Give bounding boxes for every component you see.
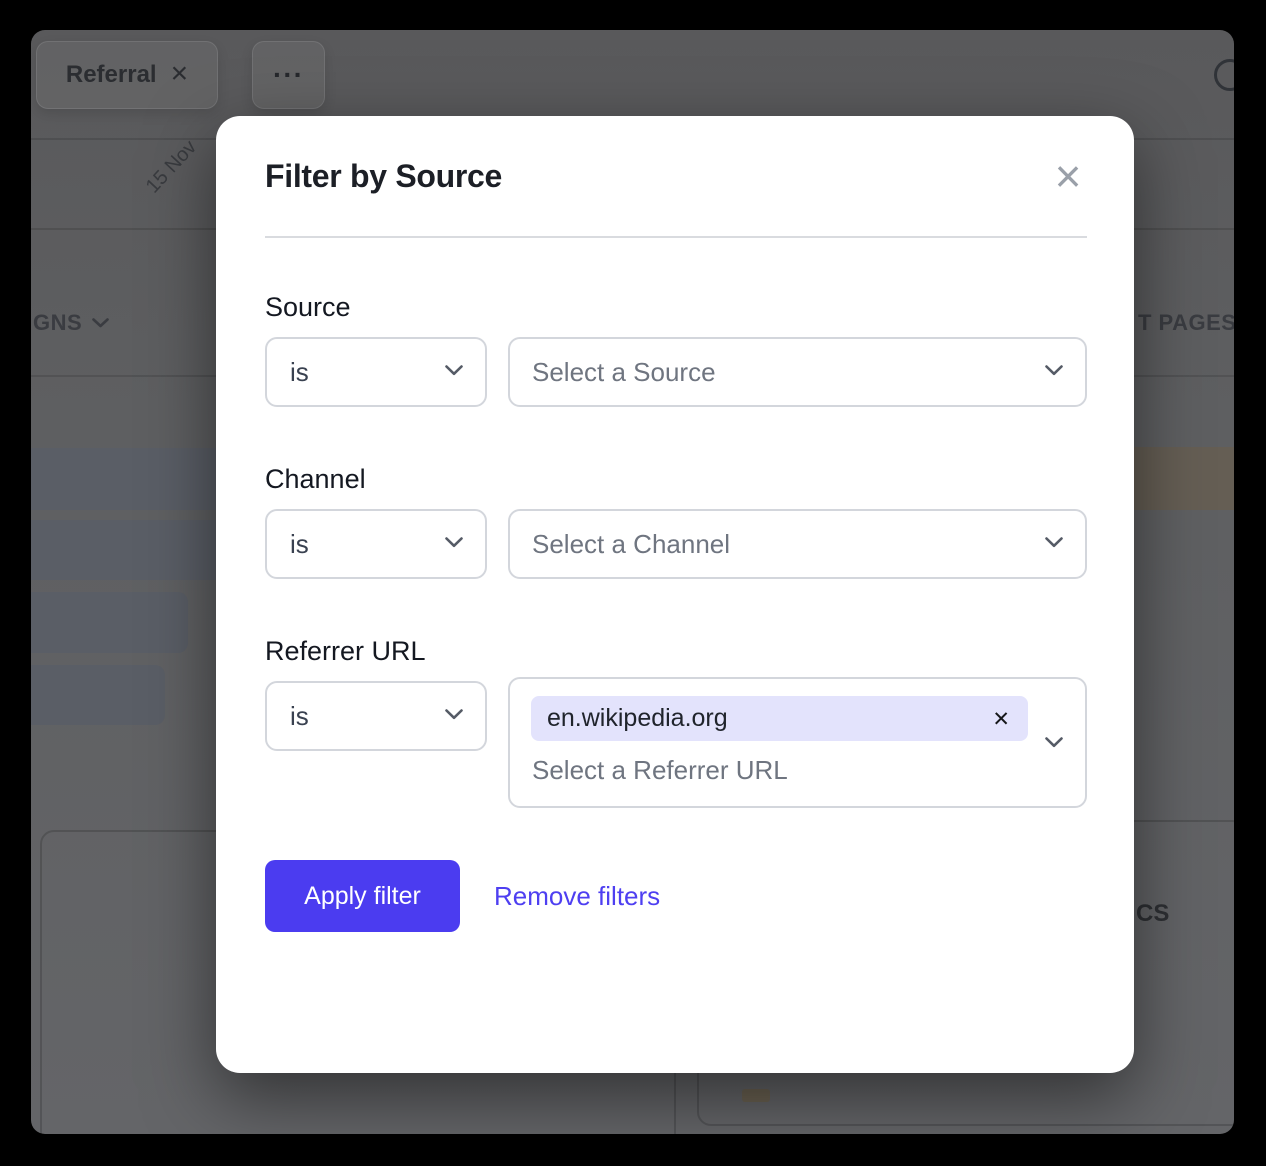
close-icon[interactable]: × [1044, 152, 1092, 200]
channel-value-select[interactable]: Select a Channel [508, 509, 1087, 579]
source-bar [31, 592, 188, 653]
referrer-url-placeholder: Select a Referrer URL [532, 755, 788, 786]
selected-referrer-value: en.wikipedia.org [547, 704, 728, 733]
chevron-down-icon [92, 318, 109, 328]
channel-operator-select[interactable]: is [265, 509, 487, 579]
source-operator-select[interactable]: is [265, 337, 487, 407]
source-operator-value: is [290, 357, 309, 388]
referrer-url-operator-value: is [290, 701, 309, 732]
remove-selected-icon[interactable]: ✕ [992, 707, 1010, 731]
campaigns-section-header[interactable]: GNS [33, 310, 109, 336]
source-bar [31, 665, 165, 725]
selected-referrer-chip: en.wikipedia.org ✕ [531, 696, 1028, 741]
channel-value-placeholder: Select a Channel [532, 529, 730, 560]
channel-operator-value: is [290, 529, 309, 560]
chevron-down-icon [445, 707, 463, 725]
remove-filters-link[interactable]: Remove filters [494, 860, 660, 932]
channel-field-label: Channel [265, 464, 366, 495]
referrer-url-field-label: Referrer URL [265, 636, 426, 667]
list-item-favicon [742, 1089, 770, 1102]
campaigns-section-header-label: GNS [33, 310, 82, 336]
close-icon[interactable]: × [171, 59, 189, 89]
ellipsis-icon: ··· [273, 59, 304, 91]
referral-filter-chip[interactable]: Referral × [36, 41, 218, 109]
search-icon[interactable] [1214, 59, 1234, 91]
source-field-label: Source [265, 292, 351, 323]
modal-title: Filter by Source [265, 158, 502, 195]
source-bar [31, 448, 216, 510]
chevron-down-icon [1045, 535, 1063, 553]
referrer-url-combobox[interactable]: en.wikipedia.org ✕ Select a Referrer URL [508, 677, 1087, 808]
referral-filter-chip-label: Referral [66, 61, 157, 89]
pages-section-header-label: T PAGES [1138, 310, 1234, 336]
source-bar [31, 520, 216, 580]
page-row-bar [1134, 447, 1234, 510]
chevron-down-icon [445, 363, 463, 381]
pages-section-header[interactable]: T PAGES [1138, 310, 1234, 336]
chevron-down-icon [1045, 363, 1063, 381]
apply-filter-button[interactable]: Apply filter [265, 860, 460, 932]
filter-by-source-modal: Filter by Source × Source is Select a So… [216, 116, 1134, 1073]
source-value-placeholder: Select a Source [532, 357, 716, 388]
referrer-url-operator-select[interactable]: is [265, 681, 487, 751]
source-value-select[interactable]: Select a Source [508, 337, 1087, 407]
more-options-button[interactable]: ··· [252, 41, 325, 109]
chevron-down-icon [445, 535, 463, 553]
modal-divider [265, 236, 1087, 238]
chevron-down-icon [1045, 735, 1063, 753]
